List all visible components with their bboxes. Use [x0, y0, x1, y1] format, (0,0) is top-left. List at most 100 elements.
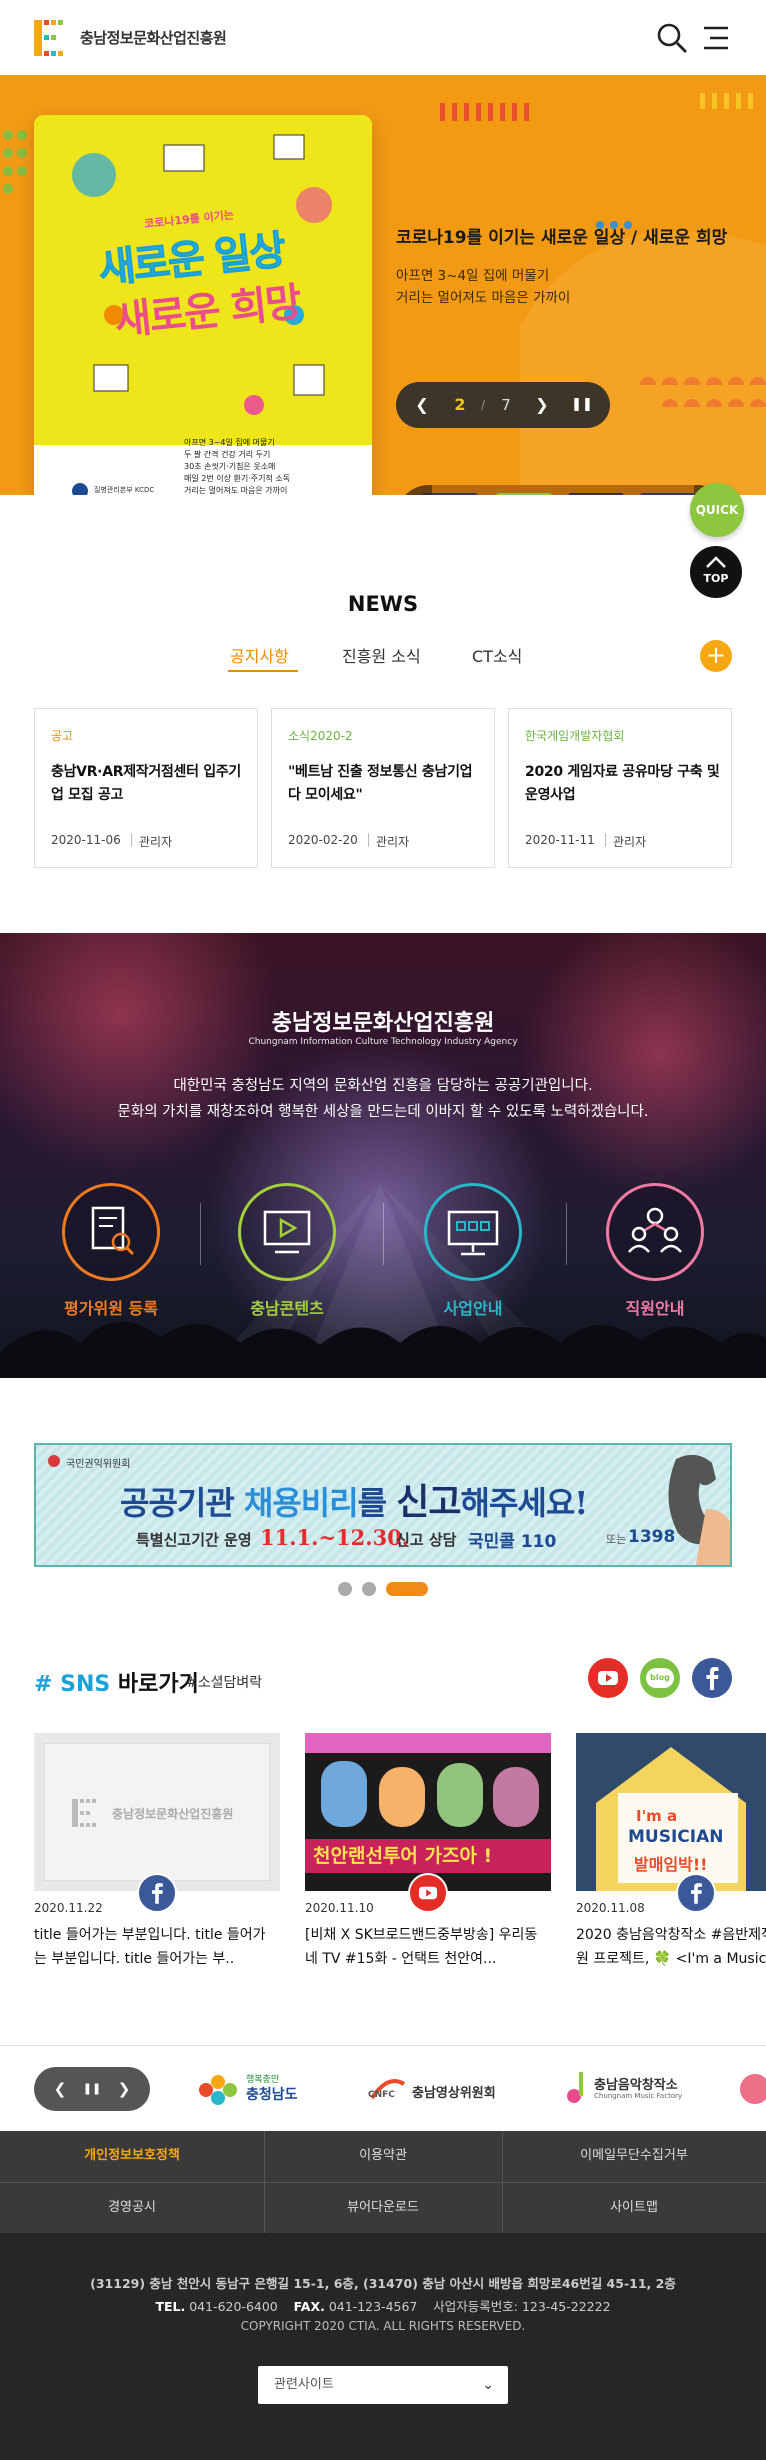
news-category: 소식2020-2: [288, 729, 353, 743]
phone-hand-icon: [668, 1454, 730, 1565]
music-factory-logo-icon: [567, 2072, 583, 2103]
facebook-icon[interactable]: [692, 1658, 732, 1698]
hero-next-button[interactable]: ❯: [522, 382, 562, 428]
partner-logo-music-factory[interactable]: 충남음악창작소 Chungnam Music Factory: [564, 2070, 704, 2110]
privacy-policy-link[interactable]: 개인정보보호정책: [0, 2131, 264, 2181]
banner-dot-2[interactable]: [362, 1582, 376, 1596]
hero-poster[interactable]: 코로나19를 이기는 새로운 일상 새로운 희망 아프면 3~4일 집에 머물기…: [34, 115, 372, 495]
news-more-button[interactable]: +: [700, 640, 732, 672]
sns-post-image[interactable]: 충남정보문화산업진흥원: [34, 1733, 280, 1891]
evaluator-register-button[interactable]: [62, 1183, 160, 1281]
tab-ct-news[interactable]: CT소식: [472, 643, 522, 667]
banner-period-label: 특별신고기간 운영: [136, 1531, 252, 1549]
blog-icon[interactable]: blog: [640, 1658, 680, 1698]
tab-agency-news[interactable]: 진흥원 소식: [342, 643, 421, 667]
banner-dot-3[interactable]: [386, 1582, 428, 1596]
sns-post-text[interactable]: title 들어가는 부분입니다. title 들어가 는 부분입니다. titl…: [34, 1923, 284, 1971]
news-card[interactable]: 공고 충남VR·AR제작거점센터 입주기업 모집 공고 2020-11-06 관…: [34, 708, 258, 868]
recruitment-corruption-banner[interactable]: 국민권익위원회 공공기관 채용비리를 신고해주세요! 특별신고기간 운영 11.…: [34, 1443, 732, 1567]
active-tab-underline: [228, 670, 298, 672]
logo-mark-icon[interactable]: [34, 20, 68, 56]
banner-consult-label: 신고 상담: [396, 1531, 457, 1549]
thumbnail-4[interactable]: [640, 493, 696, 495]
footer-contact: TEL. 041-620-6400 FAX. 041-123-4567 사업자등…: [155, 2299, 611, 2314]
placeholder-logo-icon: [72, 1799, 96, 1827]
intro-description: 대한민국 충청남도 지역의 문화산업 진흥을 담당하는 공공기관입니다. 문화의…: [117, 1078, 649, 1120]
top-label: TOP: [703, 572, 729, 585]
news-author: 관리자: [139, 835, 173, 849]
youtube-icon[interactable]: [588, 1658, 628, 1698]
related-sites-select[interactable]: 관련사이트 ⌄: [258, 2366, 508, 2404]
hero-subtitle: 아프면 3~4일 집에 머물기 거리는 멀어져도 마음은 가까이: [396, 268, 571, 306]
placeholder-logo-text: 충남정보문화산업진흥원: [112, 1807, 234, 1821]
monitor-icon: [447, 1210, 499, 1256]
chevron-down-icon: ⌄: [482, 2377, 494, 2393]
email-refusal-link[interactable]: 이메일무단수집거부: [502, 2131, 766, 2181]
facebook-badge-icon: [137, 1873, 177, 1913]
business-guide-button[interactable]: [424, 1183, 522, 1281]
facebook-badge-icon: [676, 1873, 716, 1913]
hero-slider-control: ❮ 2 / 7 ❯ ❚❚: [396, 382, 610, 428]
banner-headline: 공공기관 채용비리를 신고해주세요!: [120, 1481, 588, 1523]
partner-next-button[interactable]: ❯: [106, 2067, 142, 2111]
sns-post-text[interactable]: 2020 충남음악창작소 #음반제작지 원 프로젝트, 🍀 <I'm a Musi…: [576, 1923, 766, 1971]
evaluator-register-label[interactable]: 평가위원 등록: [31, 1295, 191, 1319]
logo-text[interactable]: 충남정보문화산업진흥원: [80, 27, 227, 48]
banner-or: 또는: [606, 1533, 627, 1546]
news-date: 2020-11-06: [51, 833, 121, 847]
banner-tel: 국민콜 110: [468, 1532, 557, 1552]
news-title-text[interactable]: 2020 게임자료 공유마당 구축 및 운영사업: [525, 761, 721, 807]
partner-logo-cnfc[interactable]: CNFC 충남영상위원회: [368, 2070, 508, 2110]
people-icon: [628, 1207, 682, 1253]
thumbnail-prev-button[interactable]: ❮: [396, 485, 432, 495]
sns-post-date: 2020.11.08: [576, 1901, 645, 1915]
news-title-text[interactable]: "베트남 진출 정보통신 충남기업 다 모이세요": [288, 761, 484, 807]
news-author: 관리자: [613, 835, 647, 849]
poster-footer: 아프면 3~4일 집에 머물기 두 팔 간격 건강 거리 두기 30초 손씻기·…: [34, 438, 372, 495]
footer-copyright: COPYRIGHT 2020 CTIA. ALL RIGHTS RESERVED…: [240, 2319, 526, 2333]
hero-slide-separator: /: [480, 398, 486, 412]
menu-icon[interactable]: [700, 24, 732, 52]
document-search-icon: [91, 1206, 135, 1256]
tab-notices[interactable]: 공지사항: [230, 643, 289, 667]
staff-guide-label[interactable]: 직원안내: [575, 1295, 735, 1319]
news-title: NEWS: [347, 592, 419, 616]
youtube-badge-icon: [408, 1873, 448, 1913]
staff-guide-button[interactable]: [606, 1183, 704, 1281]
partner-logo-chungnam[interactable]: 행복충만 충청남도: [194, 2070, 314, 2110]
sns-post-image[interactable]: 천안랜선투어 가즈아 !: [305, 1733, 551, 1891]
hero-title: 코로나19를 이기는 새로운 일상 / 새로운 희망: [396, 228, 728, 248]
thumbnail-3[interactable]: [568, 493, 624, 495]
partner-prev-button[interactable]: ❮: [42, 2067, 78, 2111]
hero-current-slide: 2: [454, 395, 466, 414]
partner-slider-control: ❮ ❚❚ ❯: [34, 2067, 150, 2111]
viewer-download-link[interactable]: 뷰어다운로드: [264, 2183, 502, 2233]
terms-link[interactable]: 이용약관: [264, 2131, 502, 2181]
sns-post-image-caption: 천안랜선투어 가즈아 !: [305, 1839, 551, 1873]
partner-logo-partial[interactable]: [740, 2074, 766, 2104]
quick-button[interactable]: QUICK: [690, 483, 744, 537]
news-date: 2020-11-11: [525, 833, 595, 847]
chungnam-contents-label[interactable]: 충남콘텐츠: [207, 1295, 367, 1319]
site-footer: (31129) 충남 천안시 동남구 은행길 15-1, 6층, (31470)…: [0, 2233, 766, 2460]
banner-dot-1[interactable]: [338, 1582, 352, 1596]
chungnam-contents-button[interactable]: [238, 1183, 336, 1281]
hero-prev-button[interactable]: ❮: [402, 382, 442, 428]
news-card[interactable]: 한국게임개발자협회 2020 게임자료 공유마당 구축 및 운영사업 2020-…: [508, 708, 732, 868]
hero-total-slides: 7: [501, 396, 511, 414]
search-icon[interactable]: [656, 22, 688, 54]
sns-post-image[interactable]: I'm a MUSICIAN 발매임박!!: [576, 1733, 766, 1891]
partner-pause-button[interactable]: ❚❚: [74, 2067, 110, 2111]
thumbnail-2[interactable]: [496, 493, 552, 495]
sns-post-date: 2020.11.10: [305, 1901, 374, 1915]
news-date: 2020-02-20: [288, 833, 358, 847]
news-title-text[interactable]: 충남VR·AR제작거점센터 입주기업 모집 공고: [51, 761, 247, 807]
management-disclosure-link[interactable]: 경영공시: [0, 2183, 264, 2233]
business-guide-label[interactable]: 사업안내: [393, 1295, 553, 1319]
news-card[interactable]: 소식2020-2 "베트남 진출 정보통신 충남기업 다 모이세요" 2020-…: [271, 708, 495, 868]
play-screen-icon: [263, 1210, 311, 1254]
hero-pause-button[interactable]: ❚❚: [562, 382, 602, 428]
sitemap-link[interactable]: 사이트맵: [502, 2183, 766, 2233]
top-button[interactable]: TOP: [688, 544, 744, 600]
sns-post-text[interactable]: [비채 X SK브로드밴드중부방송] 우리동 네 TV #15화 - 언택트 천안…: [305, 1923, 555, 1971]
